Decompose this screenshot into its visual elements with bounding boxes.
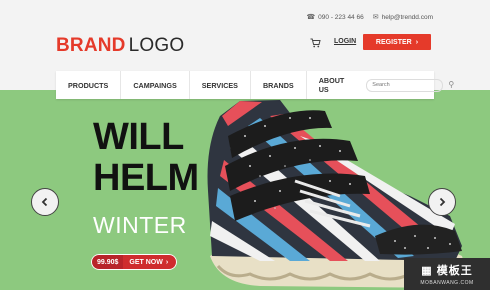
email-contact[interactable]: ✉ help@trendd.com — [372, 13, 433, 22]
hero-headline-line1: WILL — [93, 116, 184, 158]
email-address: help@trendd.com — [381, 13, 433, 21]
watermark-logo-icon: ▦ — [421, 264, 433, 277]
watermark-title-text: 模板王 — [436, 265, 473, 277]
watermark-url: MOBANWANG.COM — [420, 280, 474, 286]
brand-logo[interactable]: BRAND LOGO — [56, 36, 184, 55]
get-now-button[interactable]: GET NOW › — [123, 254, 178, 270]
chevron-left-icon — [41, 197, 48, 207]
search-icon[interactable]: ⚲ — [448, 80, 454, 89]
price-badge: 99.90$ — [91, 254, 124, 270]
chevron-right-icon: › — [165, 258, 169, 266]
phone-number: 090 - 223 44 66 — [318, 13, 364, 21]
login-link[interactable]: LOGIN — [334, 38, 356, 45]
get-now-label: GET NOW — [129, 258, 163, 266]
phone-contact[interactable]: ☎ 090 - 223 44 66 — [306, 13, 364, 22]
watermark-title: ▦ 模板王 — [421, 262, 472, 278]
logo-word-text: LOGO — [128, 35, 185, 56]
phone-icon: ☎ — [306, 14, 316, 21]
price-cta[interactable]: 99.90$ GET NOW › — [91, 254, 178, 270]
carousel-next-button[interactable] — [428, 188, 456, 216]
nav-item-products[interactable]: PRODUCTS — [56, 71, 122, 99]
nav-item-campaings[interactable]: CAMPAINGS — [121, 71, 190, 99]
watermark: ▦ 模板王 MOBANWANG.COM — [404, 258, 490, 290]
nav-item-about-us[interactable]: ABOUT US — [307, 71, 357, 99]
search-input[interactable] — [367, 80, 443, 90]
search-box: ⚲ — [366, 78, 454, 92]
main-nav: PRODUCTS CAMPAINGS SERVICES BRANDS ABOUT… — [56, 71, 454, 99]
nav-item-services[interactable]: SERVICES — [190, 71, 251, 99]
register-label: REGISTER — [375, 38, 412, 46]
contact-info: ☎ 090 - 223 44 66 ✉ help@trendd.com — [306, 13, 433, 22]
chevron-right-icon — [439, 197, 446, 207]
logo-brand-text: BRAND — [56, 35, 126, 56]
hero-headline: WILL HELM — [93, 117, 199, 199]
nav-item-brands[interactable]: BRANDS — [251, 71, 307, 99]
carousel-prev-button[interactable] — [31, 188, 59, 216]
register-button[interactable]: REGISTER › — [363, 34, 431, 50]
cart-icon[interactable] — [309, 37, 321, 49]
hero-headline-line2: HELM — [93, 157, 199, 199]
mail-icon: ✉ — [372, 14, 379, 21]
hero-subtitle: WINTER — [93, 212, 187, 238]
chevron-right-icon: › — [415, 38, 419, 46]
